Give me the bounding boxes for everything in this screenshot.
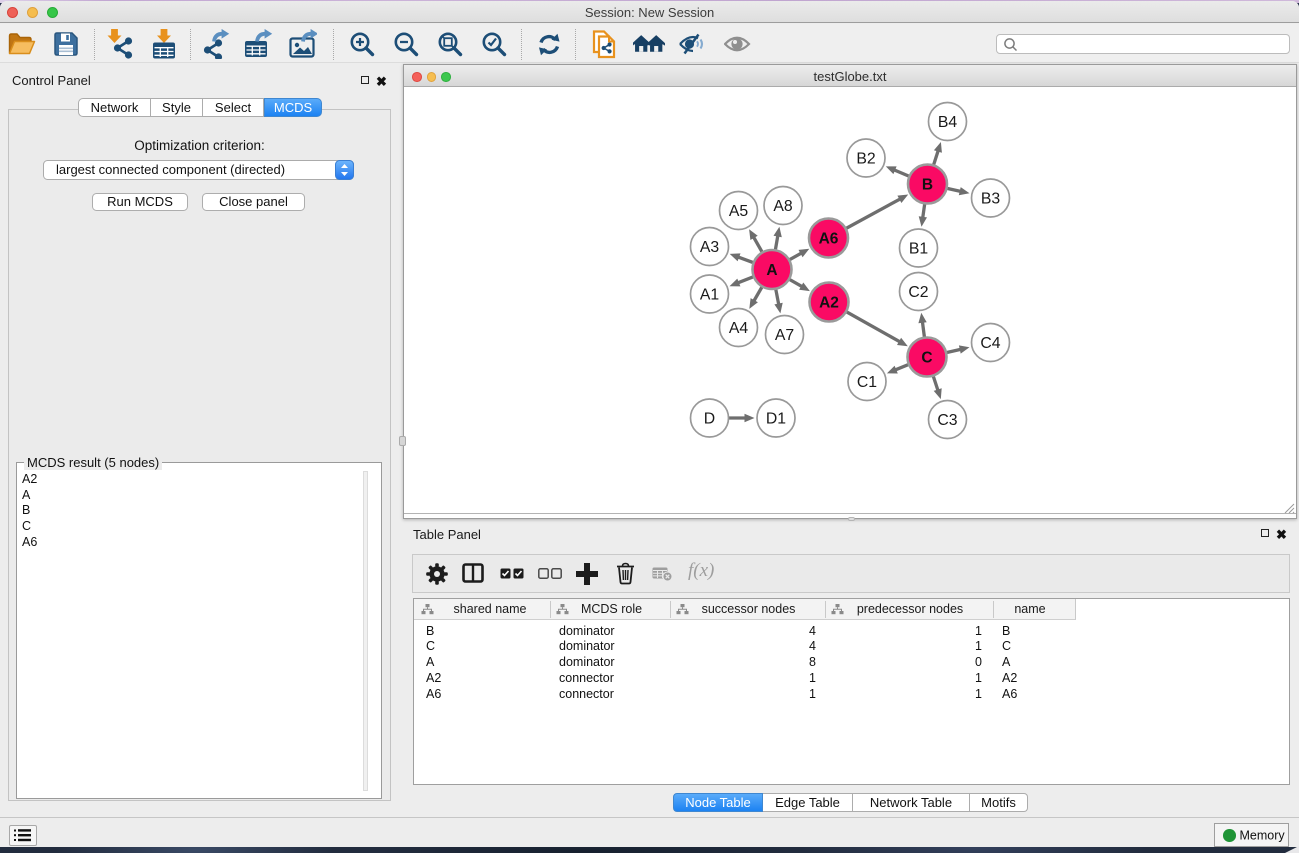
svg-text:B1: B1 [909, 241, 929, 258]
svg-text:D1: D1 [766, 411, 786, 428]
svg-text:A2: A2 [819, 295, 839, 312]
svg-text:B2: B2 [856, 151, 875, 168]
svg-text:B: B [922, 177, 933, 194]
svg-text:C: C [921, 350, 932, 367]
svg-text:B3: B3 [981, 191, 1001, 208]
svg-text:C3: C3 [937, 412, 957, 429]
svg-text:A1: A1 [700, 287, 720, 304]
svg-text:C1: C1 [857, 374, 877, 391]
svg-text:A4: A4 [729, 320, 749, 337]
svg-text:A: A [766, 262, 777, 279]
svg-text:A7: A7 [775, 327, 794, 344]
svg-text:B4: B4 [938, 114, 958, 131]
svg-text:A3: A3 [700, 239, 720, 256]
svg-text:A8: A8 [773, 198, 793, 215]
svg-text:A5: A5 [729, 203, 749, 220]
svg-text:D: D [704, 411, 715, 428]
svg-text:A6: A6 [819, 231, 839, 248]
svg-text:C2: C2 [908, 284, 928, 301]
svg-text:C4: C4 [980, 335, 1000, 352]
